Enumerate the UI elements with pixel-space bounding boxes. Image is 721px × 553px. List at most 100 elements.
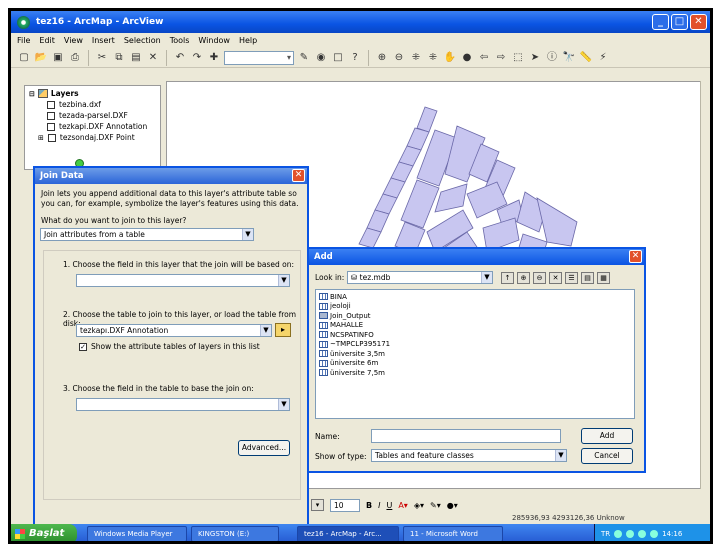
layers-group[interactable]: ⊟ Layers [29, 89, 156, 98]
list-item[interactable]: ~TMPCLP395171 [319, 340, 631, 350]
map-scale-combo[interactable]: ▾ [224, 50, 294, 65]
whats-this-icon[interactable]: ? [348, 51, 362, 65]
bold-button[interactable]: B [366, 501, 372, 510]
menu-view[interactable]: View [64, 36, 83, 45]
line-color-icon[interactable]: ✎▾ [430, 501, 441, 510]
pan-icon[interactable]: ✋ [443, 51, 457, 65]
look-in-dropdown[interactable]: ⛁ tez.mdb ▼ [347, 271, 493, 284]
advanced-button[interactable]: Advanced... [238, 440, 290, 456]
print-icon[interactable]: ⎙ [68, 51, 82, 65]
layer-checkbox[interactable] [47, 111, 55, 120]
rectangle-icon[interactable]: □ [331, 51, 345, 65]
show-of-type-dropdown[interactable]: Tables and feature classes ▼ [371, 449, 567, 462]
join-dialog-close-button[interactable]: ✕ [292, 169, 305, 182]
layer-item[interactable]: ⊞ tezsondaj.DXF Point [38, 133, 156, 142]
menu-window[interactable]: Window [198, 36, 230, 45]
join-table-field-dropdown[interactable]: ▼ [76, 398, 290, 411]
copy-icon[interactable]: ⧉ [112, 51, 126, 65]
find-icon[interactable]: 🔭 [562, 51, 576, 65]
menu-insert[interactable]: Insert [92, 36, 115, 45]
menu-tools[interactable]: Tools [170, 36, 190, 45]
task-kingston[interactable]: KINGSTON (E:) [191, 526, 279, 541]
list-item[interactable]: jeoloji [319, 302, 631, 312]
connect-folder-icon[interactable]: ⊕ [517, 272, 530, 284]
italic-button[interactable]: I [378, 501, 380, 510]
layer-checkbox[interactable] [47, 122, 55, 131]
menu-file[interactable]: File [17, 36, 30, 45]
up-one-level-icon[interactable]: ↑ [501, 272, 514, 284]
list-item[interactable]: üniversite 3,5m [319, 349, 631, 359]
tray-icon[interactable] [614, 530, 623, 538]
file-list[interactable]: BINA jeoloji Join_Output MAHALLE NCSPATI… [315, 289, 635, 419]
delete-icon[interactable]: ✕ [146, 51, 160, 65]
paste-icon[interactable]: ▤ [129, 51, 143, 65]
editor-icon[interactable]: ✎ [297, 51, 311, 65]
list-item[interactable]: MAHALLE [319, 321, 631, 331]
task-arcmap[interactable]: tez16 - ArcMap - Arc... [297, 526, 399, 541]
open-folder-icon[interactable]: ▸ [275, 323, 291, 337]
open-icon[interactable]: 📂 [34, 51, 48, 65]
disconnect-folder-icon[interactable]: ⊖ [533, 272, 546, 284]
join-table-dropdown[interactable]: tezkapı.DXF Annotation ▼ [76, 324, 272, 337]
layer-icon[interactable]: ◉ [314, 51, 328, 65]
hyperlink-icon[interactable]: ⚡ [596, 51, 610, 65]
add-data-icon[interactable]: ✚ [207, 51, 221, 65]
font-color-icon[interactable]: A▾ [398, 501, 408, 510]
thumbnail-view-icon[interactable]: ▦ [597, 272, 610, 284]
task-word[interactable]: 11 - Microsoft Word [403, 526, 503, 541]
task-media-player[interactable]: Windows Media Player [87, 526, 187, 541]
list-view-icon[interactable]: ☰ [565, 272, 578, 284]
show-attr-checkbox[interactable]: ✓ [79, 342, 87, 351]
zoom-in-icon[interactable]: ⊕ [375, 51, 389, 65]
close-button[interactable]: ✕ [690, 14, 707, 30]
menu-selection[interactable]: Selection [124, 36, 161, 45]
forward-icon[interactable]: ⇨ [494, 51, 508, 65]
cut-icon[interactable]: ✂ [95, 51, 109, 65]
layer-checkbox[interactable] [47, 133, 56, 142]
join-field-dropdown[interactable]: ▼ [76, 274, 290, 287]
layer-item[interactable]: tezbina.dxf [47, 100, 156, 109]
start-button[interactable]: Başlat [11, 524, 77, 541]
details-view-icon[interactable]: ▤ [581, 272, 594, 284]
menu-edit[interactable]: Edit [39, 36, 55, 45]
list-item[interactable]: BINA [319, 292, 631, 302]
join-type-dropdown[interactable]: Join attributes from a table ▼ [40, 228, 254, 241]
list-item[interactable]: üniversite 7,5m [319, 368, 631, 378]
back-icon[interactable]: ⇦ [477, 51, 491, 65]
undo-icon[interactable]: ↶ [173, 51, 187, 65]
font-dropdown[interactable]: ▾ [311, 499, 324, 511]
menu-help[interactable]: Help [239, 36, 257, 45]
tray-icon[interactable] [650, 530, 659, 538]
add-button[interactable]: Add [581, 428, 633, 444]
fill-color-icon[interactable]: ◈▾ [414, 501, 424, 510]
layer-item[interactable]: tezada-parsel.DXF [47, 111, 156, 120]
full-extent-icon[interactable]: ● [460, 51, 474, 65]
map-vertical-scrollbar[interactable] [700, 81, 710, 489]
save-icon[interactable]: ▣ [51, 51, 65, 65]
minimize-button[interactable]: _ [652, 14, 669, 30]
list-item[interactable]: Join_Output [319, 311, 631, 321]
cancel-button[interactable]: Cancel [581, 448, 633, 464]
maximize-button[interactable]: □ [671, 14, 688, 30]
new-icon[interactable]: ▢ [17, 51, 31, 65]
layer-item[interactable]: tezkapi.DXF Annotation [47, 122, 156, 131]
language-indicator[interactable]: TR [601, 530, 610, 538]
font-size-dropdown[interactable]: 10 [330, 498, 360, 512]
list-item[interactable]: NCSPATINFO [319, 330, 631, 340]
select-elements-icon[interactable]: ➤ [528, 51, 542, 65]
underline-button[interactable]: U [386, 501, 392, 510]
select-features-icon[interactable]: ⬚ [511, 51, 525, 65]
redo-icon[interactable]: ↷ [190, 51, 204, 65]
tray-icon[interactable] [626, 530, 635, 538]
fixed-zoom-out-icon[interactable]: ⁜ [426, 51, 440, 65]
layer-checkbox[interactable] [47, 100, 55, 109]
name-input[interactable] [371, 429, 561, 443]
delete-icon[interactable]: ✕ [549, 272, 562, 284]
tray-icon[interactable] [638, 530, 647, 538]
list-item[interactable]: üniversite 6m [319, 359, 631, 369]
zoom-out-icon[interactable]: ⊖ [392, 51, 406, 65]
measure-icon[interactable]: 📏 [579, 51, 593, 65]
fixed-zoom-in-icon[interactable]: ⁜ [409, 51, 423, 65]
add-dialog-close-button[interactable]: ✕ [629, 250, 642, 263]
marker-color-icon[interactable]: ●▾ [447, 501, 458, 510]
